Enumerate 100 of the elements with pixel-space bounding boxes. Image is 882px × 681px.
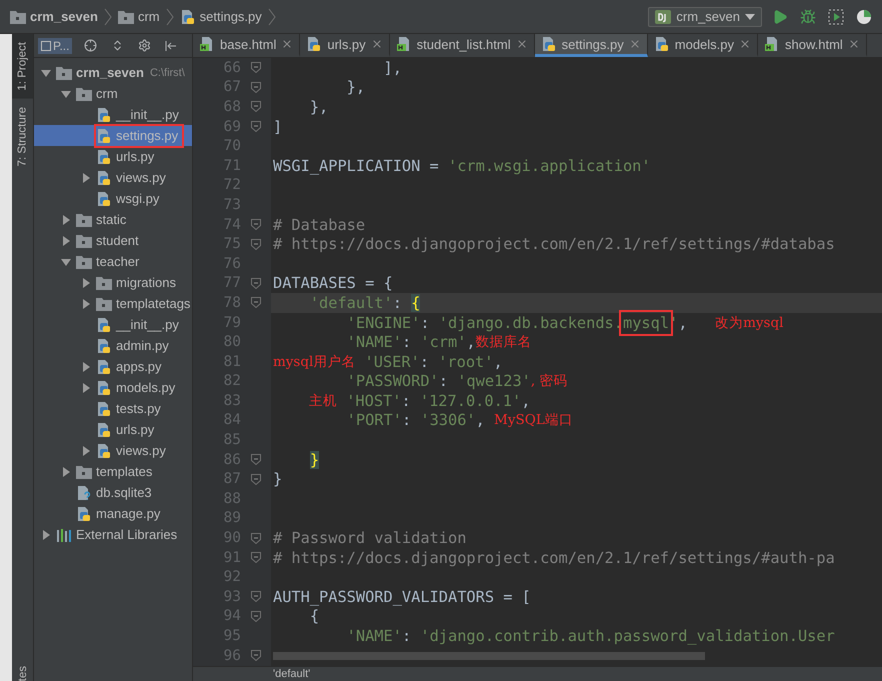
fold-marker-icon[interactable] bbox=[251, 474, 261, 485]
collapse-arrow-icon[interactable] bbox=[41, 530, 51, 540]
breadcrumb-text[interactable]: 'default' bbox=[273, 667, 310, 681]
tree-item[interactable]: views.py bbox=[34, 167, 192, 188]
collapse-arrow-icon[interactable] bbox=[81, 446, 91, 456]
python-file-icon bbox=[96, 442, 112, 458]
library-icon bbox=[56, 526, 72, 542]
collapse-arrow-icon[interactable] bbox=[61, 466, 71, 476]
close-icon[interactable] bbox=[628, 38, 641, 50]
editor-tab[interactable]: models.py bbox=[648, 34, 758, 57]
fold-marker-icon[interactable] bbox=[251, 121, 261, 132]
tree-item[interactable]: tests.py bbox=[34, 398, 192, 419]
tree-item[interactable]: wsgi.py bbox=[34, 188, 192, 209]
run-configuration-dropdown[interactable]: crm_seven bbox=[648, 6, 762, 26]
tree-item[interactable]: __init__.py bbox=[34, 104, 192, 125]
tool-window-tab[interactable]: 1: Project bbox=[12, 34, 33, 99]
code-text: 'PORT': '3306', bbox=[346, 411, 486, 430]
tool-window-tab[interactable]: tes bbox=[16, 666, 28, 681]
expand-arrow-icon[interactable] bbox=[61, 256, 71, 266]
tree-item[interactable]: urls.py bbox=[34, 419, 192, 440]
tree-item[interactable]: __init__.py bbox=[34, 314, 192, 335]
python-file-icon bbox=[96, 380, 112, 396]
tree-item[interactable]: views.py bbox=[34, 440, 192, 461]
crosshair-icon[interactable] bbox=[84, 39, 98, 52]
collapse-arrow-icon[interactable] bbox=[81, 172, 91, 182]
tree-label: manage.py bbox=[96, 506, 160, 521]
collapse-arrow-icon[interactable] bbox=[81, 298, 91, 308]
fold-marker-icon[interactable] bbox=[251, 101, 261, 112]
coverage-button[interactable] bbox=[826, 6, 846, 26]
fold-marker-icon[interactable] bbox=[251, 650, 261, 662]
tree-item[interactable]: External Libraries bbox=[34, 524, 192, 545]
view-selector[interactable]: P... bbox=[38, 38, 72, 54]
close-icon[interactable] bbox=[848, 38, 860, 50]
breadcrumb-item[interactable]: crm bbox=[138, 9, 160, 24]
fold-marker-icon[interactable] bbox=[251, 219, 261, 230]
tree-item[interactable]: manage.py bbox=[34, 503, 192, 524]
bug-icon[interactable] bbox=[800, 8, 816, 24]
tree-label: urls.py bbox=[116, 149, 154, 164]
tree-item[interactable]: apps.py bbox=[34, 356, 192, 377]
expand-arrow-icon[interactable] bbox=[61, 88, 71, 98]
fold-marker-icon[interactable] bbox=[251, 532, 261, 544]
unknown-file-icon bbox=[76, 484, 92, 500]
tree-label: External Libraries bbox=[76, 527, 178, 542]
horizontal-scrollbar[interactable] bbox=[273, 652, 705, 660]
tree-item[interactable]: models.py bbox=[34, 377, 192, 398]
folder-icon bbox=[10, 10, 26, 24]
fold-marker-icon[interactable] bbox=[251, 238, 261, 250]
code-text: 'HOST': '127.0.0.1', bbox=[345, 392, 530, 410]
tree-item[interactable]: urls.py bbox=[34, 146, 192, 167]
tree-item[interactable]: static bbox=[34, 209, 192, 230]
tree-item[interactable]: admin.py bbox=[34, 335, 192, 356]
fold-marker-icon[interactable] bbox=[251, 278, 261, 289]
tree-item[interactable]: crm bbox=[34, 83, 192, 104]
editor-tab[interactable]: urls.py bbox=[300, 34, 390, 57]
fold-marker-icon[interactable] bbox=[251, 62, 261, 74]
tree-item[interactable]: db.sqlite3 bbox=[34, 482, 192, 503]
code-text: # Database bbox=[273, 216, 366, 234]
close-icon[interactable] bbox=[370, 38, 383, 50]
fold-marker-icon[interactable] bbox=[251, 82, 261, 93]
folder-icon bbox=[76, 86, 92, 100]
expand-arrow-icon[interactable] bbox=[41, 68, 51, 78]
breadcrumb-item[interactable]: settings.py bbox=[200, 9, 262, 24]
tree-label: static bbox=[96, 212, 126, 227]
code-text: 'NAME': 'django.contrib.auth.password_validation.User bbox=[346, 627, 835, 646]
folder-icon bbox=[96, 296, 112, 310]
tree-item[interactable]: student bbox=[34, 230, 192, 251]
tree-item[interactable]: templatetags bbox=[34, 293, 192, 314]
editor-tab[interactable]: base.html bbox=[193, 34, 300, 57]
close-icon[interactable] bbox=[281, 38, 294, 50]
collapse-arrow-icon[interactable] bbox=[81, 362, 91, 372]
tree-item[interactable]: templates bbox=[34, 461, 192, 482]
tree-label: admin.py bbox=[116, 338, 169, 353]
settings-icon[interactable] bbox=[138, 39, 152, 52]
fold-marker-icon[interactable] bbox=[251, 591, 261, 602]
code-text: } bbox=[308, 450, 320, 469]
close-icon[interactable] bbox=[516, 38, 528, 50]
code-text: ] bbox=[273, 118, 282, 136]
breadcrumb-item[interactable]: crm_seven bbox=[30, 9, 98, 24]
tool-window-tab[interactable]: 7: Structure bbox=[12, 98, 33, 174]
tree-item[interactable]: migrations bbox=[34, 272, 192, 293]
editor-tab[interactable]: student_list.html bbox=[390, 34, 535, 57]
close-icon[interactable] bbox=[739, 38, 752, 50]
editor-tab[interactable]: settings.py bbox=[534, 34, 648, 57]
collapse-arrow-icon[interactable] bbox=[81, 382, 91, 392]
project-path: C:\first\ bbox=[150, 66, 185, 78]
fold-marker-icon[interactable] bbox=[251, 454, 261, 466]
fold-marker-icon[interactable] bbox=[251, 552, 261, 564]
editor-tab[interactable]: show.html bbox=[758, 34, 867, 57]
tree-item[interactable]: teacher bbox=[34, 251, 192, 272]
tree-label: settings.py bbox=[116, 128, 178, 143]
code-text: }, bbox=[308, 98, 328, 116]
collapse-arrow-icon[interactable] bbox=[81, 278, 91, 288]
fold-marker-icon[interactable] bbox=[251, 297, 261, 308]
fold-marker-icon[interactable] bbox=[251, 610, 261, 622]
annotation-note: 数据库名 bbox=[476, 333, 532, 352]
tree-item[interactable]: crm_seven C:\first\ bbox=[34, 62, 192, 83]
python-file-icon bbox=[540, 36, 557, 52]
collapse-arrow-icon[interactable] bbox=[61, 236, 71, 246]
collapse-arrow-icon[interactable] bbox=[61, 214, 71, 224]
run-icon[interactable] bbox=[772, 8, 788, 24]
